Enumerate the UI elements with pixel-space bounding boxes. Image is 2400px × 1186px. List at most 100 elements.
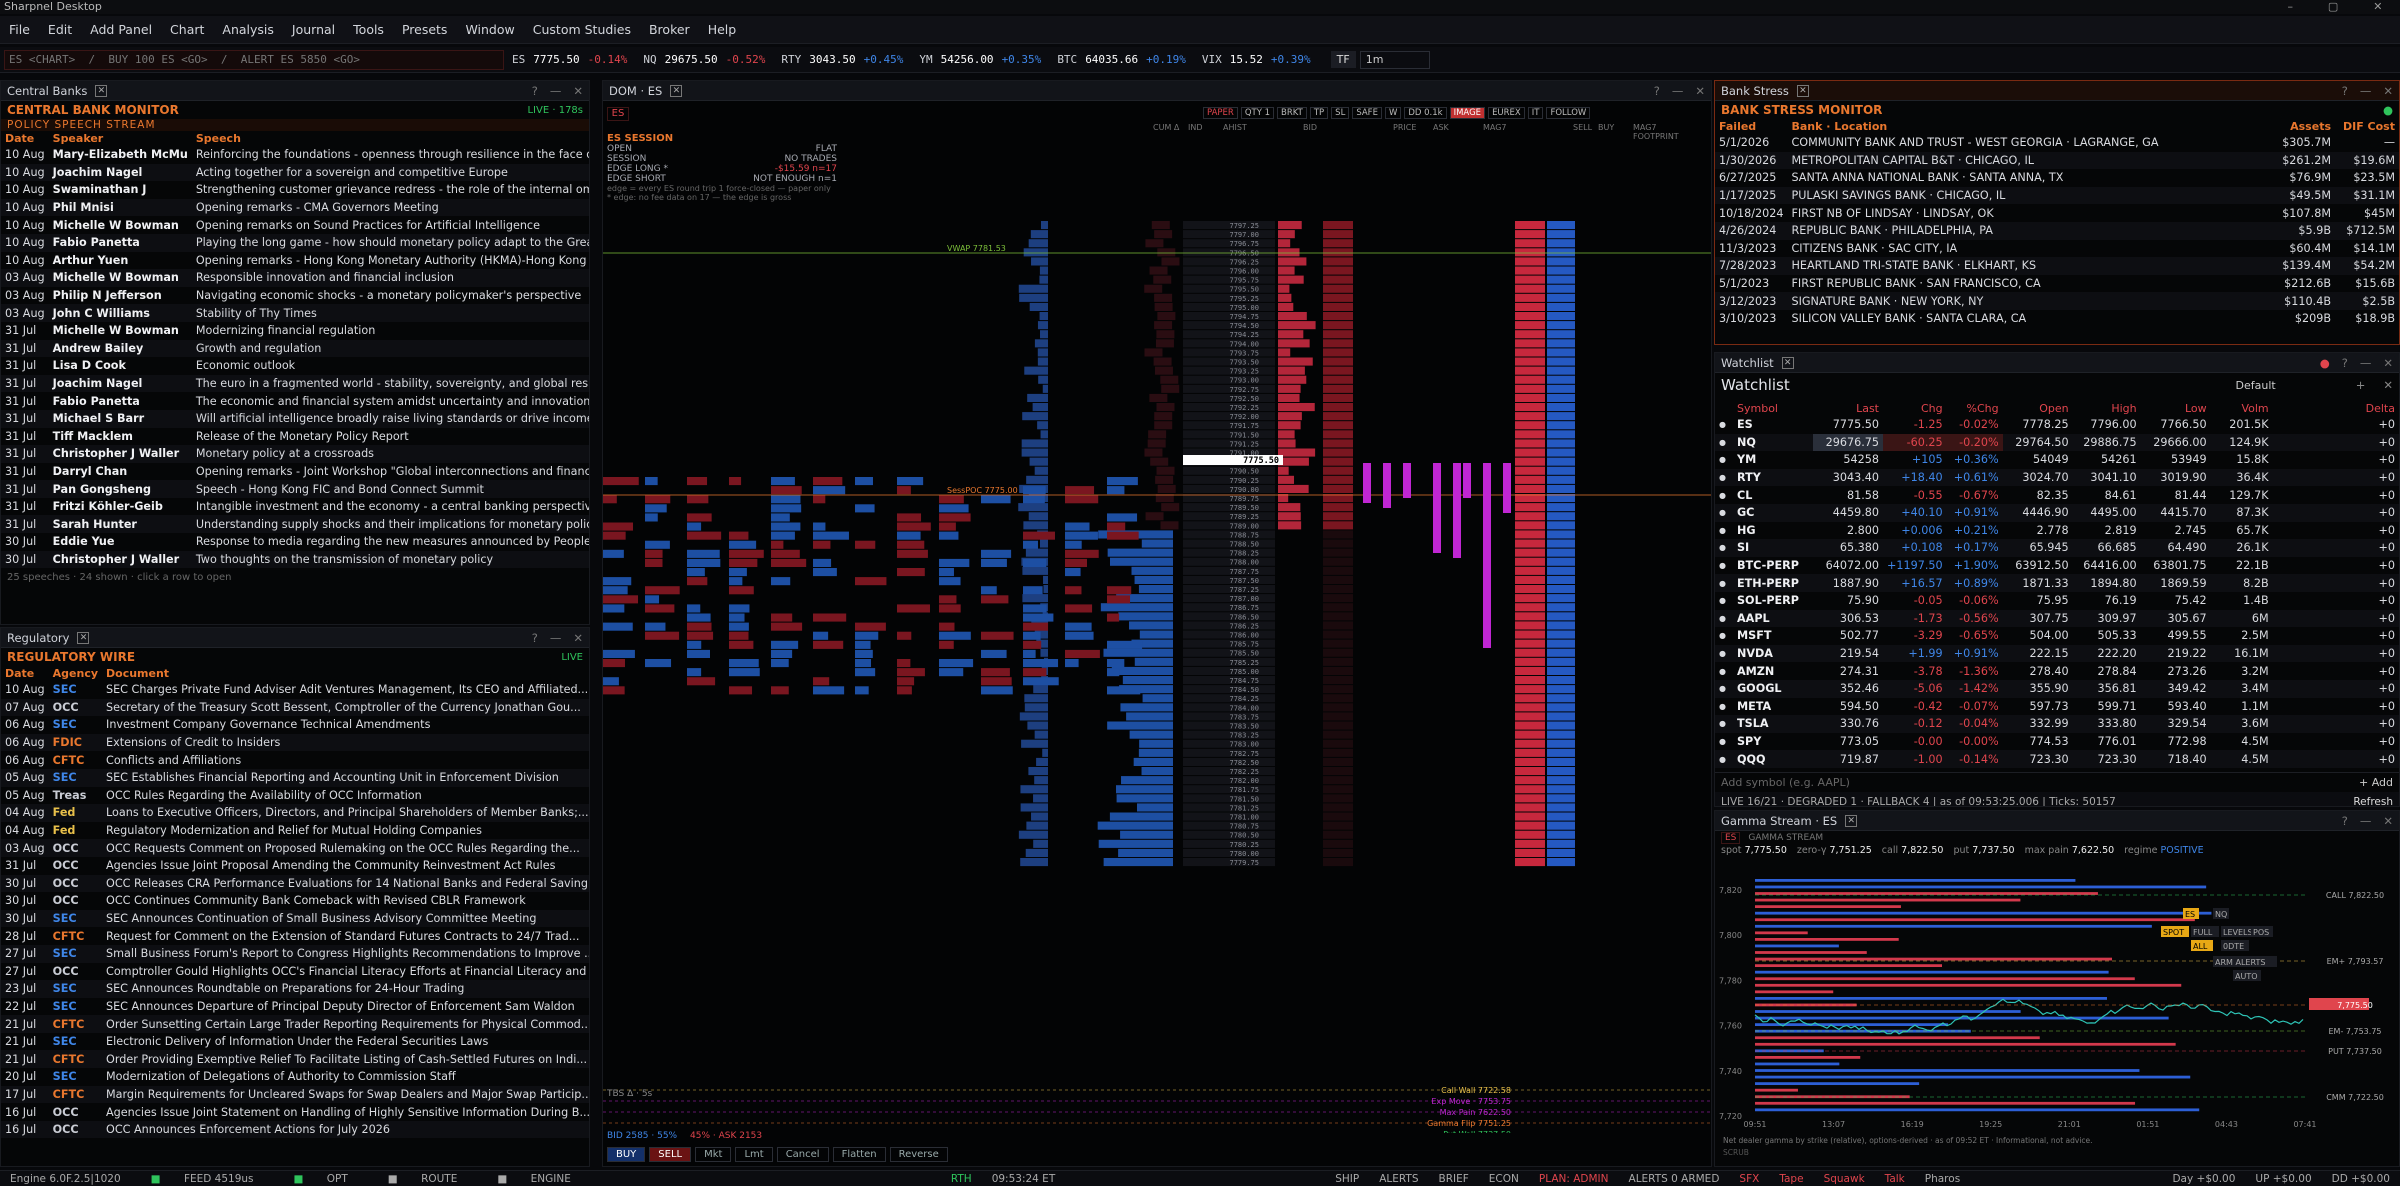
timeframe-select[interactable]: 1m: [1359, 50, 1430, 69]
watchlist-row[interactable]: ● SOL-PERP 75.90 -0.05 -0.06% 75.95 76.19 75.42…: [1715, 592, 2399, 610]
ticker-ym[interactable]: YM 54256.00 +0.35%: [919, 53, 1041, 66]
speech-row[interactable]: 10 Aug Arthur Yuen Opening remarks - Hong …: [1, 252, 589, 270]
watchlist-row[interactable]: ● AMZN 274.31 -3.78 -1.36% 278.40 278.84 273.26…: [1715, 662, 2399, 680]
close-icon[interactable]: ✕: [573, 84, 583, 98]
add-icon[interactable]: +: [2356, 378, 2366, 392]
chart-toggle-label[interactable]: NQ: [2215, 910, 2227, 919]
add-symbol-input[interactable]: Add symbol (e.g. AAPL): [1721, 776, 1850, 789]
regulatory-row[interactable]: 21 Jul CFTC Order Sunsetting Certain Large…: [1, 1015, 589, 1033]
bank-row[interactable]: 5/1/2023 FIRST REPUBLIC BANK · SAN FRANCI…: [1715, 275, 2399, 293]
column-header[interactable]: Date: [1, 666, 49, 681]
speech-row[interactable]: 10 Aug Phil Mnisi Opening remarks - CMA Go…: [1, 198, 589, 217]
ticker-btc[interactable]: BTC 64035.66 +0.19%: [1057, 53, 1186, 66]
tab-watchlist[interactable]: Watchlist: [1721, 356, 1774, 370]
watchlist-row[interactable]: ● SPY 773.05 -0.00 -0.00% 774.53 776.01 772.98 4…: [1715, 733, 2399, 751]
alerts-button[interactable]: ALERTS: [1379, 1173, 1418, 1185]
column-header[interactable]: High: [2073, 401, 2141, 416]
chart-toggle-label[interactable]: AUTO: [2235, 972, 2258, 981]
chart-toggle-label[interactable]: POS: [2253, 928, 2269, 937]
chart-toggle-label[interactable]: ARM ALERTS: [2215, 958, 2265, 967]
preset-select[interactable]: Default: [2236, 379, 2276, 392]
dom-toolbar-button[interactable]: PAPER: [1203, 107, 1238, 119]
chart-toggle-label[interactable]: LEVELS: [2223, 928, 2253, 937]
speech-row[interactable]: 10 Aug Fabio Panetta Playing the long game…: [1, 233, 589, 252]
regulatory-row[interactable]: 07 Aug OCC Secretary of the Treasury Scott…: [1, 698, 589, 717]
dom-toolbar-button[interactable]: SL: [1331, 107, 1350, 119]
ticker-es[interactable]: ES 7775.50 -0.14%: [512, 53, 627, 66]
watchlist-row[interactable]: ● HG 2.800 +0.006 +0.21% 2.778 2.819 2.745 65.7K…: [1715, 522, 2399, 540]
dom-toolbar-button[interactable]: QTY 1: [1240, 107, 1274, 119]
regulatory-row[interactable]: 03 Aug OCC OCC Requests Comment on Propose…: [1, 839, 589, 857]
speech-row[interactable]: 31 Jul Fritzi Köhler-Geib Intangible inves…: [1, 498, 589, 516]
bank-row[interactable]: 5/1/2026 COMMUNITY BANK AND TRUST - WEST …: [1715, 134, 2399, 152]
watchlist-row[interactable]: ● META 594.50 -0.42 -0.07% 597.73 599.71 593.40…: [1715, 698, 2399, 716]
dom-toolbar-button[interactable]: FOLLOW: [1546, 107, 1591, 119]
regulatory-row[interactable]: 04 Aug Fed Regulatory Modernization and Re…: [1, 822, 589, 840]
watchlist-row[interactable]: ● MSFT 502.77 -3.29 -0.65% 504.00 505.33 499.55…: [1715, 627, 2399, 645]
close-icon[interactable]: ✕: [1796, 84, 1809, 97]
column-header[interactable]: Open: [2003, 401, 2073, 416]
help-icon[interactable]: ?: [1654, 84, 1660, 98]
watchlist-row[interactable]: ● TSLA 330.76 -0.12 -0.04% 332.99 333.80 329.54…: [1715, 715, 2399, 733]
order-button-cancel[interactable]: Cancel: [776, 1147, 829, 1162]
column-header[interactable]: Symbol: [1733, 401, 1813, 416]
tab-dom[interactable]: DOM · ES: [609, 84, 662, 98]
help-icon[interactable]: ?: [2342, 814, 2348, 828]
column-header[interactable]: Document: [102, 666, 589, 681]
sfx-toggle[interactable]: SFX: [1739, 1173, 1759, 1185]
menu-broker[interactable]: Broker: [640, 22, 699, 37]
menu-file[interactable]: File: [0, 22, 39, 37]
speech-row[interactable]: 03 Aug Philip N Jefferson Navigating econo…: [1, 287, 589, 305]
symbol-select[interactable]: ES: [1721, 832, 1741, 844]
ticker-nq[interactable]: NQ 29675.50 -0.52%: [643, 53, 765, 66]
minimize-icon[interactable]: —: [2360, 356, 2372, 370]
speech-row[interactable]: 10 Aug Swaminathan J Strengthening custome…: [1, 181, 589, 199]
speech-row[interactable]: 31 Jul Michael S Barr Will artificial inte…: [1, 409, 589, 428]
regulatory-row[interactable]: 17 Jul CFTC Margin Requirements for Unclea…: [1, 1085, 589, 1104]
regulatory-row[interactable]: 21 Jul CFTC Order Providing Exemptive Reli…: [1, 1050, 589, 1069]
command-input[interactable]: [4, 49, 504, 70]
column-header[interactable]: Bank · Location: [1787, 119, 2265, 134]
speech-row[interactable]: 31 Jul Sarah Hunter Understanding supply s…: [1, 515, 589, 534]
speech-row[interactable]: 10 Aug Michelle W Bowman Opening remarks o…: [1, 216, 589, 234]
bank-row[interactable]: 4/26/2024 REPUBLIC BANK · PHILADELPHIA, P…: [1715, 221, 2399, 240]
close-icon[interactable]: ✕: [77, 631, 90, 644]
dom-toolbar-button[interactable]: DD 0.1k: [1404, 107, 1447, 119]
bank-row[interactable]: 1/30/2026 METROPOLITAN CAPITAL B&T · CHIC…: [1715, 151, 2399, 170]
speech-row[interactable]: 10 Aug Joachim Nagel Acting together for a…: [1, 163, 589, 182]
ticker-rty[interactable]: RTY 3043.50 +0.45%: [781, 53, 903, 66]
column-header[interactable]: Speech: [192, 131, 589, 146]
tab-gamma-stream[interactable]: Gamma Stream · ES: [1721, 814, 1837, 828]
column-header[interactable]: DIF Cost: [2335, 119, 2399, 134]
column-header[interactable]: Volm: [2211, 401, 2273, 416]
regulatory-row[interactable]: 30 Jul SEC SEC Announces Continuation of S…: [1, 909, 589, 928]
help-icon[interactable]: ?: [2342, 84, 2348, 98]
menu-add-panel[interactable]: Add Panel: [81, 22, 161, 37]
speech-row[interactable]: 31 Jul Lisa D Cook Economic outlook: [1, 357, 589, 375]
bank-row[interactable]: 1/17/2025 PULASKI SAVINGS BANK · CHICAGO,…: [1715, 186, 2399, 205]
watchlist-row[interactable]: ● SI 65.380 +0.108 +0.17% 65.945 66.685 64.490 2…: [1715, 539, 2399, 557]
minimize-icon[interactable]: –: [2287, 0, 2293, 14]
column-header[interactable]: Delta: [2273, 401, 2399, 416]
regulatory-row[interactable]: 06 Aug SEC Investment Company Governance T…: [1, 716, 589, 734]
regulatory-row[interactable]: 06 Aug FDIC Extensions of Credit to Inside…: [1, 733, 589, 752]
help-icon[interactable]: ?: [2342, 356, 2348, 370]
regulatory-row[interactable]: 04 Aug Fed Loans to Executive Officers, Di…: [1, 804, 589, 822]
watchlist-row[interactable]: ● CL 81.58 -0.55 -0.67% 82.35 84.61 81.44 129.7K…: [1715, 486, 2399, 504]
column-header[interactable]: Agency: [49, 666, 102, 681]
speech-row[interactable]: 31 Jul Christopher J Waller Monetary polic…: [1, 445, 589, 463]
ship-button[interactable]: SHIP: [1335, 1173, 1359, 1185]
bank-row[interactable]: 11/3/2023 CITIZENS BANK · SAC CITY, IA $60…: [1715, 240, 2399, 258]
gamma-chart[interactable]: 7,820 7,800 7,780 7,760 7,740 7,72009:51 13:07…: [1715, 865, 2399, 1165]
speech-row[interactable]: 03 Aug Michelle W Bowman Responsible innov…: [1, 269, 589, 287]
column-header[interactable]: Date: [1, 131, 49, 146]
menu-edit[interactable]: Edit: [39, 22, 81, 37]
watchlist-row[interactable]: ● GC 4459.80 +40.10 +0.91% 4446.90 4495.00 4415…: [1715, 503, 2399, 522]
chart-toggle-label[interactable]: ALL: [2193, 942, 2208, 951]
watchlist-row[interactable]: ● AAPL 306.53 -1.73 -0.56% 307.75 309.97 305.67…: [1715, 609, 2399, 628]
speech-row[interactable]: 03 Aug John C Williams Stability of Thy Ti…: [1, 304, 589, 322]
regulatory-row[interactable]: 05 Aug SEC SEC Establishes Financial Repor…: [1, 768, 589, 787]
minimize-icon[interactable]: —: [2360, 84, 2372, 98]
speech-row[interactable]: 31 Jul Michelle W Bowman Modernizing finan…: [1, 322, 589, 340]
bank-row[interactable]: 3/12/2023 SIGNATURE BANK · NEW YORK, NY $1…: [1715, 292, 2399, 310]
